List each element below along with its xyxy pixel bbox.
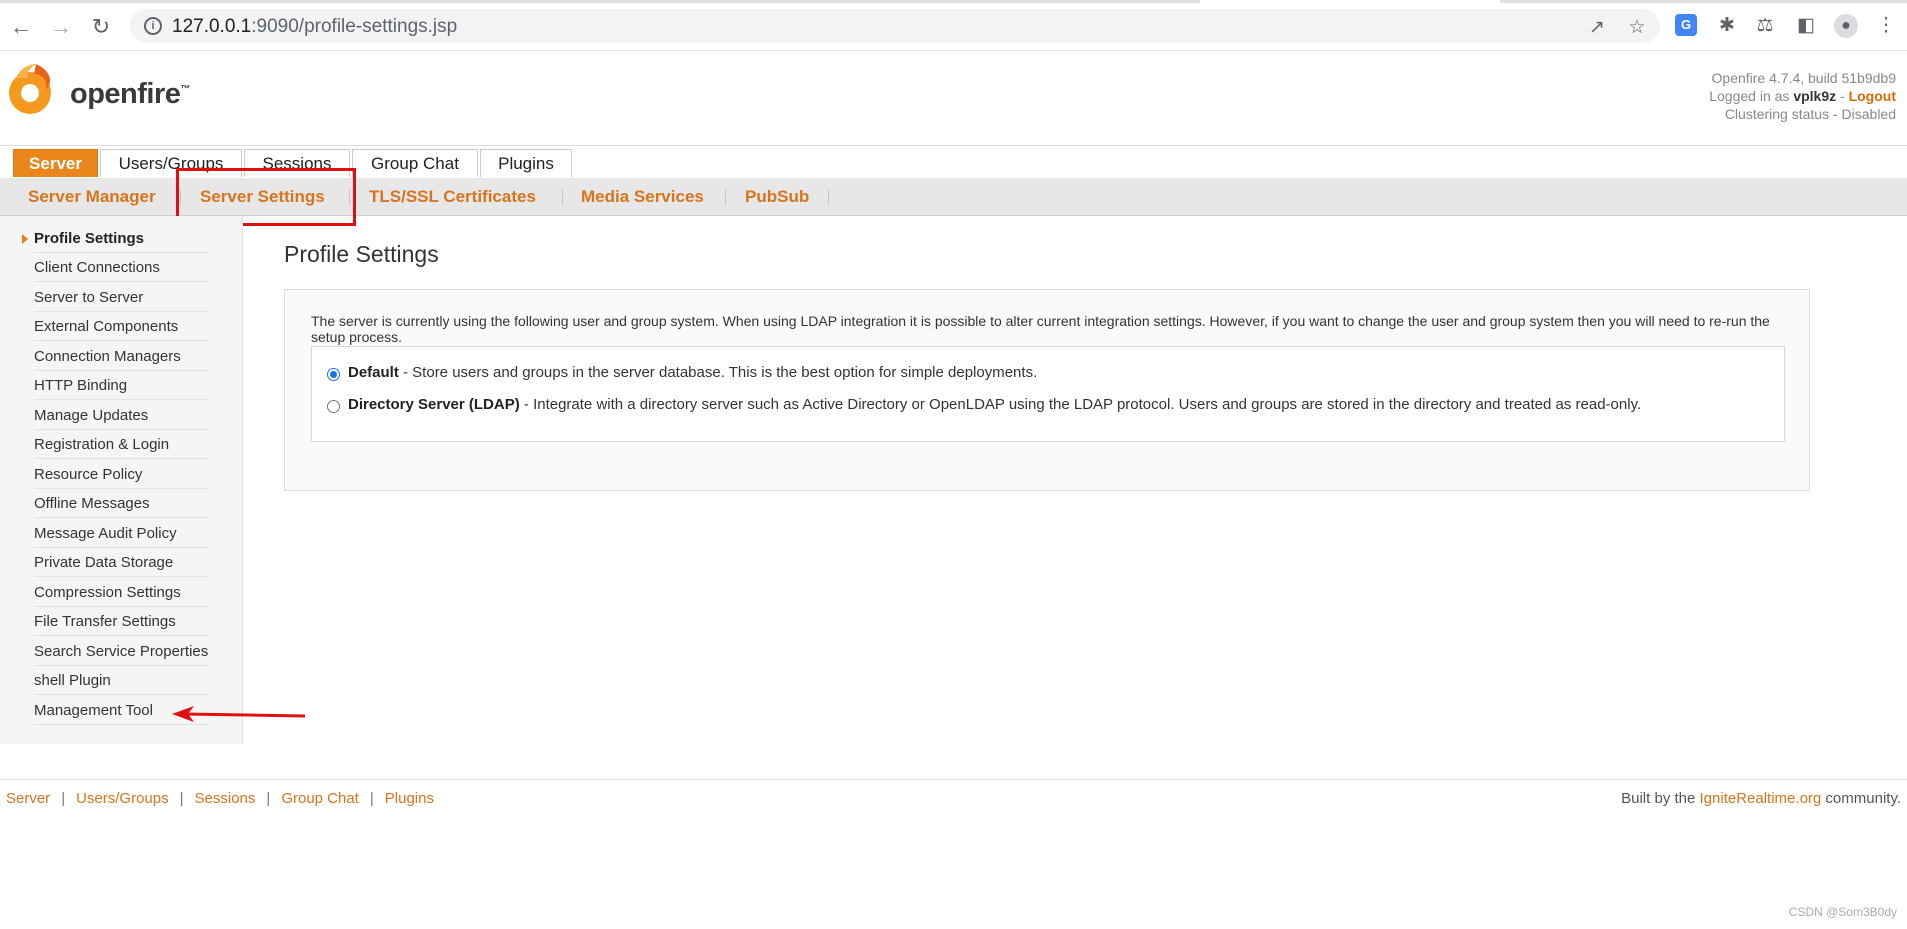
tab-strip xyxy=(0,0,1907,3)
browser-toolbar: ← → ↻ i 127.0.0.1:9090/profile-settings.… xyxy=(0,0,1907,51)
info-icon[interactable]: i xyxy=(144,17,162,35)
sidebar-item-profile-settings[interactable]: Profile Settings xyxy=(34,224,209,253)
subtab-pubsub[interactable]: PubSub xyxy=(745,178,809,215)
login-line: Logged in as vplk9z - Logout xyxy=(1709,88,1896,104)
reload-icon[interactable]: ↻ xyxy=(88,14,114,40)
profile-icon[interactable]: ● xyxy=(1834,14,1858,38)
url-text[interactable]: 127.0.0.1:9090/profile-settings.jsp xyxy=(172,16,457,38)
address-bar[interactable]: i 127.0.0.1:9090/profile-settings.jsp ↗ … xyxy=(130,9,1660,43)
footer-link-sessions[interactable]: Sessions xyxy=(195,790,256,807)
menu-icon[interactable]: ⋮ xyxy=(1874,14,1898,38)
sidepanel-icon[interactable]: ◧ xyxy=(1794,14,1818,38)
subtab-media-services[interactable]: Media Services xyxy=(581,178,704,215)
watermark: CSDN @Som3B0dy xyxy=(1788,905,1897,919)
translate-icon[interactable]: G xyxy=(1675,14,1699,38)
sidebar-item-shell-plugin[interactable]: shell Plugin xyxy=(34,666,209,695)
sidebar-item-external-components[interactable]: External Components xyxy=(34,312,209,341)
share-icon[interactable]: ↗ xyxy=(1586,17,1608,39)
profile-settings-panel: The server is currently using the follow… xyxy=(284,289,1810,491)
footer-link-users-groups[interactable]: Users/Groups xyxy=(76,790,169,807)
footer-link-plugins[interactable]: Plugins xyxy=(385,790,434,807)
username: vplk9z xyxy=(1793,88,1837,104)
tab-plugins[interactable]: Plugins xyxy=(480,149,572,177)
openfire-logo-icon xyxy=(9,64,51,114)
footer-link-group-chat[interactable]: Group Chat xyxy=(281,790,359,807)
star-icon[interactable]: ☆ xyxy=(1626,17,1648,39)
active-arrow-icon xyxy=(22,234,28,244)
default-radio[interactable] xyxy=(327,368,340,381)
tab-server[interactable]: Server xyxy=(13,149,98,177)
sidebar-item-private-data-storage[interactable]: Private Data Storage xyxy=(34,548,209,577)
logo-text: openfire™ xyxy=(70,78,190,110)
options-box: Default - Store users and groups in the … xyxy=(311,346,1785,442)
sidebar-item-file-transfer-settings[interactable]: File Transfer Settings xyxy=(34,607,209,636)
footer-link-server[interactable]: Server xyxy=(6,790,50,807)
ldap-radio[interactable] xyxy=(327,400,340,413)
igniterealtime-link[interactable]: IgniteRealtime.org xyxy=(1700,790,1822,807)
logout-link[interactable]: Logout xyxy=(1849,88,1896,104)
lab-icon[interactable]: ⚖ xyxy=(1753,14,1777,38)
clustering-status: Clustering status - Disabled xyxy=(1724,106,1896,122)
sidebar-item-http-binding[interactable]: HTTP Binding xyxy=(34,371,209,400)
footer-links: Server | Users/Groups | Sessions | Group Chat |… xyxy=(6,790,434,807)
sidebar-item-compression-settings[interactable]: Compression Settings xyxy=(34,578,209,607)
forward-icon[interactable]: → xyxy=(48,14,74,40)
page-title: Profile Settings xyxy=(284,241,439,267)
subtab-server-manager[interactable]: Server Manager xyxy=(28,178,156,215)
header-info: Openfire 4.7.4, build 51b9db9 Logged in … xyxy=(1709,69,1896,123)
annotation-arrow-icon xyxy=(172,706,306,722)
sidebar-item-server-to-server[interactable]: Server to Server xyxy=(34,283,209,312)
footer-built-by: Built by the IgniteRealtime.org communit… xyxy=(1621,790,1901,807)
sidebar-item-client-connections[interactable]: Client Connections xyxy=(34,253,209,282)
sidebar: Profile Settings Client Connections Serv… xyxy=(0,216,243,744)
sidebar-item-message-audit-policy[interactable]: Message Audit Policy xyxy=(34,519,209,548)
back-icon[interactable]: ← xyxy=(8,14,34,40)
sidebar-item-manage-updates[interactable]: Manage Updates xyxy=(34,401,209,430)
subtab-tls-ssl[interactable]: TLS/SSL Certificates xyxy=(369,178,536,215)
version-text: Openfire 4.7.4, build 51b9db9 xyxy=(1711,70,1896,86)
footer: Server | Users/Groups | Sessions | Group Chat |… xyxy=(0,779,1907,822)
option-default[interactable]: Default - Store users and groups in the … xyxy=(348,364,1037,381)
sidebar-item-connection-managers[interactable]: Connection Managers xyxy=(34,342,209,371)
sidebar-item-registration-login[interactable]: Registration & Login xyxy=(34,430,209,459)
tab-group-chat[interactable]: Group Chat xyxy=(352,149,478,177)
option-ldap[interactable]: Directory Server (LDAP) - Integrate with… xyxy=(348,396,1641,413)
extensions-icon[interactable]: ✱ xyxy=(1715,14,1739,38)
sidebar-item-search-service-properties[interactable]: Search Service Properties xyxy=(34,637,209,666)
sidebar-item-offline-messages[interactable]: Offline Messages xyxy=(34,489,209,518)
panel-description: The server is currently using the follow… xyxy=(311,313,1770,345)
sidebar-item-resource-policy[interactable]: Resource Policy xyxy=(34,460,209,489)
